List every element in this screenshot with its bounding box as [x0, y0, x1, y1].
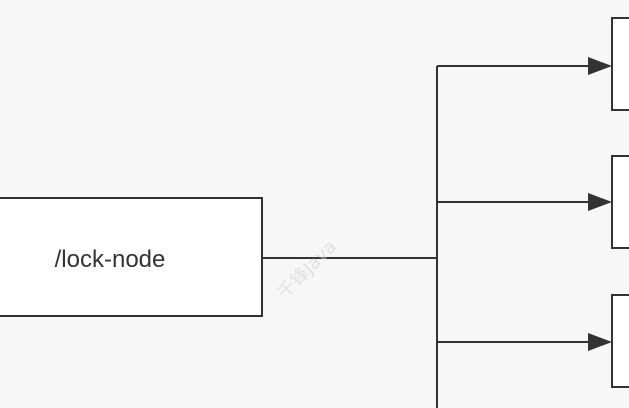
- arrow-head-3: [588, 333, 612, 351]
- child-node-box-1: [611, 17, 629, 111]
- arrow-head-2: [588, 193, 612, 211]
- watermark: 千锋Java: [274, 236, 341, 303]
- root-node-label: /lock-node: [55, 246, 166, 273]
- arrow-head-1: [588, 57, 612, 75]
- child-node-box-2: [611, 155, 629, 249]
- diagram-canvas: /lock-node 千锋Java: [0, 0, 629, 408]
- child-node-box-3: [611, 294, 629, 388]
- lock-node-diagram: /lock-node 千锋Java: [0, 17, 629, 408]
